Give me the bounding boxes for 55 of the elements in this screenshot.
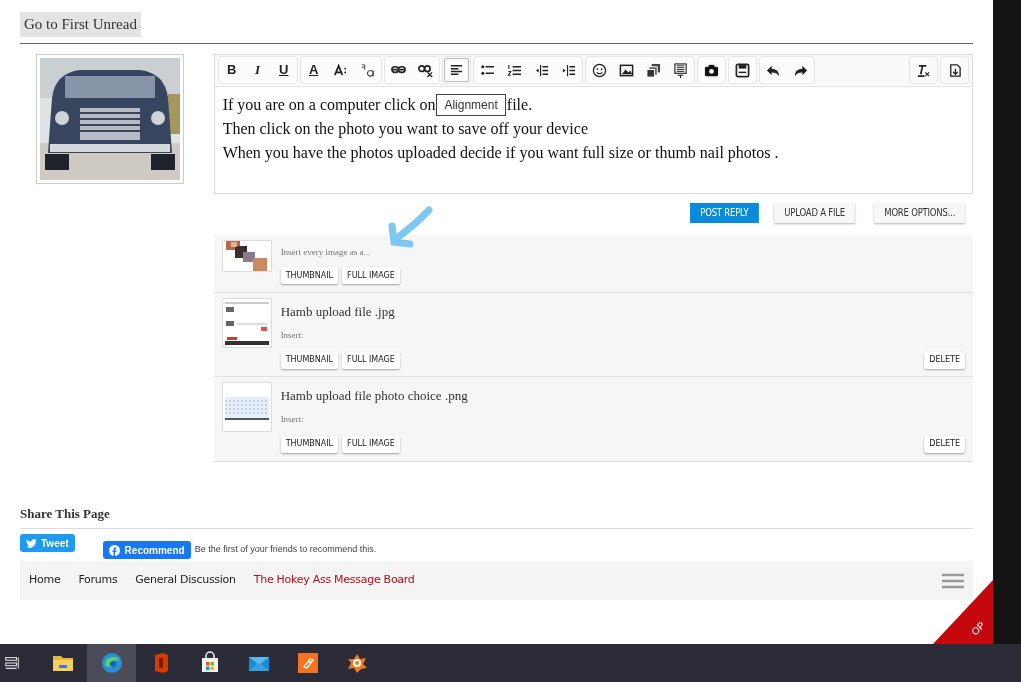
font-family-icon bbox=[359, 62, 375, 78]
numbered-list-icon bbox=[506, 62, 522, 78]
action-button[interactable]: MORE OPTIONS... bbox=[873, 202, 965, 223]
editor-text-line: If you are on a computer click on bbox=[222, 94, 436, 116]
recommend-note: Be the first of your friends to recommend this. bbox=[194, 543, 377, 557]
action-button[interactable]: UPLOAD A FILE bbox=[774, 202, 856, 223]
insert-option-button[interactable]: FULL IMAGE bbox=[342, 351, 400, 369]
insert-option-button[interactable]: THUMBNAIL bbox=[280, 267, 339, 284]
tooltip: Alignment bbox=[436, 93, 506, 116]
text-color-button[interactable]: A bbox=[301, 58, 326, 82]
insert-hint: Insert every image as a... bbox=[280, 245, 372, 259]
camera-icon bbox=[703, 62, 719, 78]
insert-label: Insert: bbox=[280, 329, 305, 342]
outdent-icon bbox=[533, 62, 549, 78]
insert-label: Insert: bbox=[280, 413, 305, 426]
underline-button[interactable]: U bbox=[271, 58, 296, 82]
post-reply-button[interactable]: POST REPLY bbox=[689, 202, 759, 223]
breadcrumb-link[interactable]: Home bbox=[29, 572, 61, 589]
section-heading: Share This Page bbox=[20, 504, 111, 523]
delete-button[interactable]: DELETE bbox=[924, 351, 965, 369]
insert-option-button[interactable]: FULL IMAGE bbox=[342, 435, 400, 453]
breadcrumb-link[interactable]: Forums bbox=[78, 572, 118, 589]
italic-button[interactable]: I bbox=[245, 58, 270, 82]
save-draft-icon bbox=[734, 62, 750, 78]
image-icon bbox=[618, 62, 634, 78]
bird-icon bbox=[26, 538, 37, 548]
smilies-icon bbox=[591, 62, 607, 78]
file-name: Hamb upload file .jpg bbox=[280, 302, 396, 321]
template-icon bbox=[672, 62, 688, 78]
restore-icon bbox=[947, 62, 962, 78]
editor-text-line: Then click on the photo you want to save off your device bbox=[222, 118, 588, 140]
menu-icon[interactable] bbox=[942, 572, 964, 589]
browser-icon bbox=[99, 651, 124, 675]
editor-text-line: file. bbox=[506, 94, 533, 115]
breadcrumb-link[interactable]: General Discussion bbox=[135, 572, 236, 589]
insert-option-button[interactable]: THUMBNAIL bbox=[280, 351, 339, 369]
alignment-icon bbox=[448, 62, 464, 78]
insert-option-button[interactable]: FULL IMAGE bbox=[342, 267, 400, 284]
bullet-list-icon bbox=[479, 62, 495, 78]
go-to-first-unread-link[interactable]: Go to First Unread bbox=[20, 12, 141, 37]
media-icon bbox=[645, 62, 661, 78]
file-name: Hamb upload file photo choice .png bbox=[280, 386, 469, 405]
delete-button[interactable]: DELETE bbox=[924, 435, 965, 453]
clear-formatting-icon bbox=[916, 62, 931, 78]
editor-text-line: When you have the photos uploaded decide if you want full size or thumb nail photos . bbox=[222, 142, 779, 164]
bold-button[interactable]: B bbox=[219, 58, 244, 82]
indent-icon bbox=[560, 62, 576, 78]
unlink-icon bbox=[417, 62, 433, 78]
recommend-button[interactable]: Recommend bbox=[102, 541, 191, 559]
task-view-icon bbox=[3, 654, 21, 672]
breadcrumb-link[interactable]: The Hokey Ass Message Board bbox=[253, 572, 415, 589]
rocket-icon bbox=[295, 651, 320, 675]
facebook-icon bbox=[108, 544, 120, 556]
insert-option-button[interactable]: THUMBNAIL bbox=[280, 435, 339, 453]
font-size-icon bbox=[332, 62, 348, 78]
